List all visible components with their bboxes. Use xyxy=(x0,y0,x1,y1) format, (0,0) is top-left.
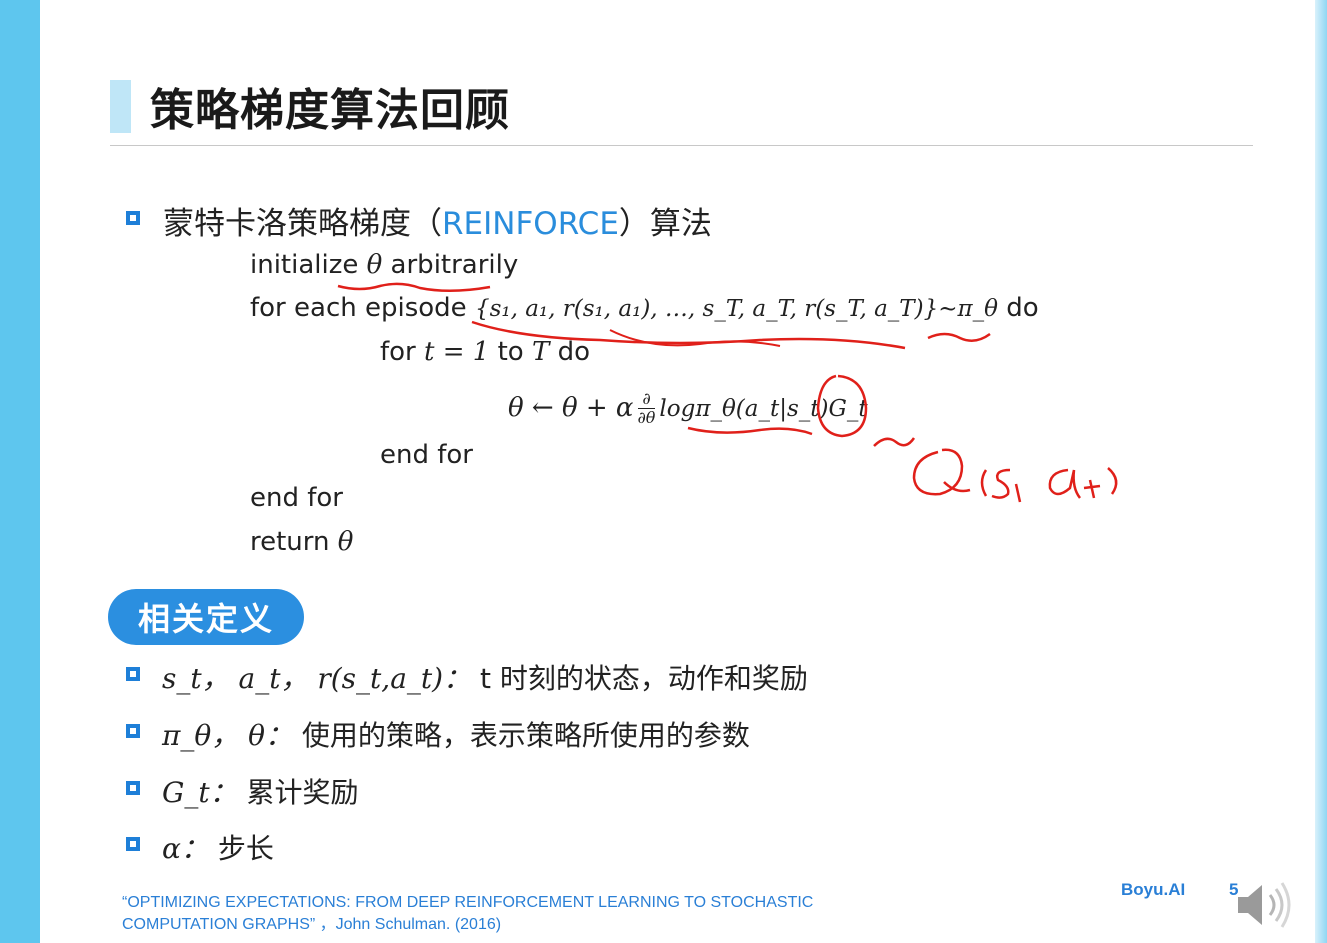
algo-line-end-for-inner: end for xyxy=(380,440,473,470)
bullet-square-icon xyxy=(126,211,140,225)
algo-line-return: return θ xyxy=(250,527,353,557)
definition-symbol: s_t， a_t， r(s_t,a_t)： xyxy=(162,662,472,695)
definition-text: t 时刻的状态，动作和奖励 xyxy=(471,662,808,695)
algo-text: return xyxy=(250,527,338,557)
heading-keyword: REINFORCE xyxy=(442,206,619,242)
citation-footnote: “OPTIMIZING EXPECTATIONS: FROM DEEP REIN… xyxy=(122,892,813,936)
definition-item: α： 步长 xyxy=(162,827,274,867)
algo-text: for each episode xyxy=(250,293,475,323)
algo-theta: θ xyxy=(366,250,383,280)
definition-item: s_t， a_t， r(s_t,a_t)： t 时刻的状态，动作和奖励 xyxy=(162,657,808,697)
partial-fraction: ∂ ∂θ xyxy=(637,390,656,427)
algo-text: do xyxy=(997,293,1039,323)
algo-text: to xyxy=(489,337,532,367)
update-rhs: logπ_θ(a_t|s_t)G_t xyxy=(659,396,868,422)
algo-theta: θ xyxy=(337,527,354,557)
algo-text: arbitrarily xyxy=(382,250,519,280)
definitions-badge: 相关定义 xyxy=(108,589,304,645)
algo-t-math: t = 1 xyxy=(424,337,490,367)
algo-episode-math: {s₁, a₁, r(s₁, a₁), …, s_T, a_T, r(s_T, … xyxy=(474,296,998,322)
heading-suffix: ）算法 xyxy=(618,206,712,242)
algo-T-math: T xyxy=(531,337,550,367)
frac-denominator: ∂θ xyxy=(637,408,656,427)
algo-text: do xyxy=(549,337,590,367)
update-lhs: θ ← θ + α xyxy=(508,393,634,423)
speaker-icon[interactable] xyxy=(1232,875,1302,935)
bullet-square-icon xyxy=(126,724,140,738)
title-accent-bar xyxy=(110,80,131,133)
frac-numerator: ∂ xyxy=(637,390,656,409)
definition-text: 步长 xyxy=(208,832,274,865)
definition-symbol: α： xyxy=(162,832,209,865)
right-edge-band xyxy=(1315,0,1327,943)
section-heading: 蒙特卡洛策略梯度（REINFORCE）算法 xyxy=(163,198,712,243)
algo-text: for xyxy=(380,337,425,367)
bullet-square-icon xyxy=(126,781,140,795)
heading-prefix: 蒙特卡洛策略梯度（ xyxy=(163,206,442,242)
algo-line-episode: for each episode {s₁, a₁, r(s₁, a₁), …, … xyxy=(250,293,1039,323)
bullet-square-icon xyxy=(126,837,140,851)
definition-text: 使用的策略，表示策略所使用的参数 xyxy=(293,719,750,752)
algo-line-initialize: initialize θ arbitrarily xyxy=(250,250,518,280)
algo-line-update: θ ← θ + α ∂ ∂θ logπ_θ(a_t|s_t)G_t xyxy=(508,390,868,427)
algo-line-end-for-outer: end for xyxy=(250,483,343,513)
brand-logo: Boyu.AI xyxy=(1121,880,1186,899)
title-divider xyxy=(110,145,1253,146)
footnote-line: “OPTIMIZING EXPECTATIONS: FROM DEEP REIN… xyxy=(122,894,814,911)
definition-symbol: π_θ， θ： xyxy=(162,719,294,752)
definition-item: G_t： 累计奖励 xyxy=(162,771,359,811)
bullet-square-icon xyxy=(126,667,140,681)
footnote-line: COMPUTATION GRAPHS” ，John Schulman. (201… xyxy=(122,916,502,933)
definition-item: π_θ， θ： 使用的策略，表示策略所使用的参数 xyxy=(162,714,750,754)
definition-text: 累计奖励 xyxy=(237,776,359,809)
slide-title: 策略梯度算法回顾 xyxy=(150,85,510,136)
definition-symbol: G_t： xyxy=(162,776,238,809)
algo-text: initialize xyxy=(250,250,367,280)
algo-line-for-t: for t = 1 to T do xyxy=(380,337,590,367)
